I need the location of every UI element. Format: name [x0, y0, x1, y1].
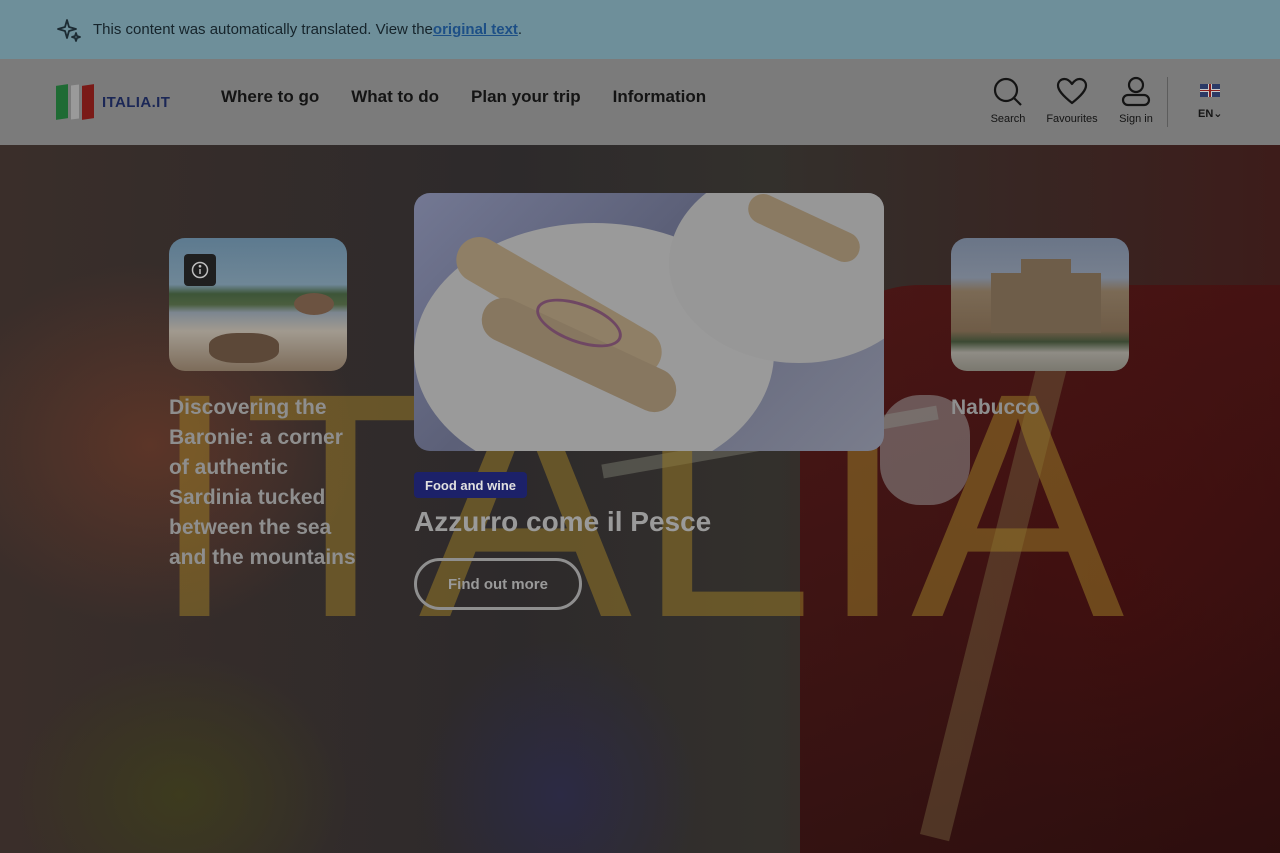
sardinia-card-title[interactable]: Discovering the Baronie: a corner of aut…	[169, 393, 359, 573]
banner-suffix: .	[517, 21, 523, 38]
sign-in-button[interactable]: Sign in	[1104, 76, 1168, 125]
sparkle-icon	[57, 18, 81, 42]
nabucco-card-image[interactable]	[951, 238, 1129, 371]
search-label: Search	[990, 113, 1026, 125]
logo-flag-white	[71, 84, 79, 120]
nav-what-to-do[interactable]: What to do	[351, 87, 439, 107]
main-nav: Where to go What to do Plan your trip In…	[221, 87, 706, 107]
heart-icon	[1056, 77, 1088, 105]
nav-where-to-go[interactable]: Where to go	[221, 87, 319, 107]
header-divider	[1167, 77, 1168, 127]
italia-logo[interactable]: ITALIA.IT	[56, 84, 170, 120]
info-icon	[191, 261, 209, 279]
sardinia-card-image[interactable]	[169, 238, 347, 371]
site-header: ITALIA.IT Where to go What to do Plan yo…	[0, 59, 1280, 145]
image-info-button[interactable]	[184, 254, 216, 286]
featured-food-image[interactable]	[414, 193, 884, 451]
search-icon	[993, 77, 1022, 106]
hero-section: ITALIA Discovering the Baronie: a corner…	[0, 145, 1280, 853]
find-out-more-button[interactable]: Find out more	[414, 558, 582, 610]
logo-text: ITALIA.IT	[102, 93, 171, 111]
translation-banner: This content was automatically translate…	[0, 0, 1280, 59]
header-tools: Search Favourites Sign in	[976, 76, 1168, 125]
search-button[interactable]: Search	[976, 76, 1040, 125]
favourites-label: Favourites	[1046, 113, 1098, 125]
uk-flag-icon	[1200, 84, 1221, 97]
nav-plan-your-trip[interactable]: Plan your trip	[471, 87, 581, 107]
category-badge[interactable]: Food and wine	[414, 472, 527, 498]
logo-flag-red	[82, 84, 94, 120]
nabucco-card-title[interactable]: Nabucco	[951, 393, 1040, 423]
original-text-link[interactable]: original text	[433, 21, 518, 38]
language-selector[interactable]: EN⌄	[1198, 84, 1223, 120]
banner-message: This content was automatically translate…	[93, 21, 433, 38]
chevron-down-icon: ⌄	[1213, 108, 1223, 120]
sign-in-label: Sign in	[1119, 113, 1153, 125]
user-icon	[1121, 76, 1151, 107]
nav-information[interactable]: Information	[613, 87, 707, 107]
favourites-button[interactable]: Favourites	[1040, 76, 1104, 125]
language-label: EN⌄	[1198, 108, 1223, 120]
featured-title: Azzurro come il Pesce	[414, 506, 712, 537]
logo-flag-green	[56, 84, 68, 120]
